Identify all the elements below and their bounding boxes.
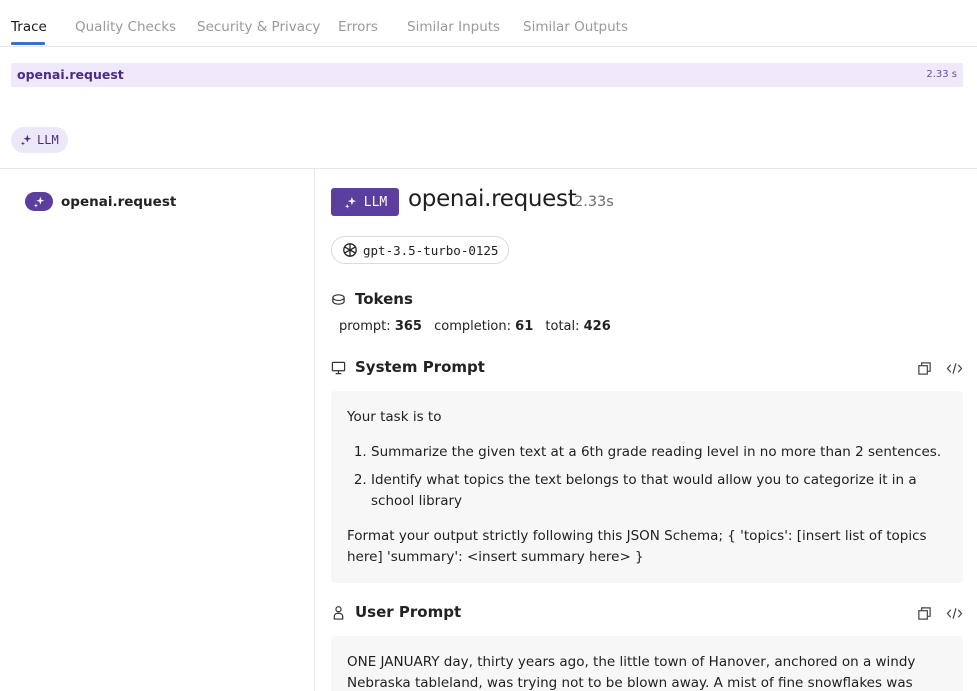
system-prompt-content: Your task is to Summarize the given text… [331, 391, 963, 583]
user-prompt-text: ONE JANUARY day, thirty years ago, the l… [347, 654, 916, 691]
copy-icon[interactable] [915, 604, 933, 622]
user-prompt-actions [915, 604, 963, 622]
system-prompt-heading: System Prompt [355, 358, 485, 376]
total-tokens-value: 426 [583, 319, 611, 334]
completion-tokens-value: 61 [515, 319, 534, 334]
span-title: openai.request [408, 186, 577, 212]
prompt-tokens-value: 365 [394, 319, 422, 334]
prompt-tokens-label: prompt: [339, 319, 391, 334]
tab-trace[interactable]: Trace [11, 19, 47, 35]
code-view-icon[interactable] [945, 359, 963, 377]
tab-bar: Trace Quality Checks Security & Privacy … [0, 0, 977, 47]
span-detail-panel: LLM openai.request 2.33s gpt-3.5-turbo-0… [315, 169, 977, 691]
code-view-icon[interactable] [945, 604, 963, 622]
timeline-span-bar[interactable]: openai.request 2.33 s [11, 63, 963, 87]
timeline-span-name: openai.request [17, 67, 124, 82]
span-tree-item-label: openai.request [61, 193, 177, 210]
llm-filter-chip-label: LLM [37, 133, 59, 147]
system-prompt-list-item: Summarize the given text at a 6th grade … [371, 442, 947, 463]
model-name: gpt-3.5-turbo-0125 [363, 242, 499, 258]
tab-security-privacy[interactable]: Security & Privacy [197, 19, 320, 35]
system-prompt-intro: Your task is to [347, 409, 442, 425]
span-duration: 2.33s [574, 194, 614, 210]
system-prompt-outro: Format your output strictly following th… [347, 528, 927, 565]
system-prompt-list-item: Identify what topics the text belongs to… [371, 470, 947, 512]
llm-sparkle-icon [25, 192, 53, 211]
model-chip: gpt-3.5-turbo-0125 [331, 236, 510, 264]
tab-similar-outputs[interactable]: Similar Outputs [523, 19, 628, 35]
llm-badge-label: LLM [363, 194, 388, 210]
system-prompt-list: Summarize the given text at a 6th grade … [371, 442, 947, 512]
system-prompt-actions [915, 359, 963, 377]
tab-quality-checks[interactable]: Quality Checks [75, 19, 176, 35]
timeline-span-duration: 2.33 s [926, 69, 957, 80]
monitor-icon [331, 361, 346, 374]
tab-errors[interactable]: Errors [338, 19, 378, 35]
tokens-section-header: Tokens [331, 290, 413, 308]
user-prompt-heading: User Prompt [355, 603, 462, 621]
coins-icon [332, 293, 345, 305]
span-tree-item[interactable]: openai.request [25, 192, 176, 211]
llm-filter-chip[interactable]: LLM [11, 127, 68, 153]
span-tree-sidebar: openai.request [0, 169, 315, 691]
copy-icon[interactable] [915, 359, 933, 377]
tokens-heading: Tokens [355, 290, 413, 308]
user-prompt-section-header: User Prompt [331, 603, 461, 621]
active-tab-indicator [11, 42, 45, 45]
user-icon [333, 605, 344, 620]
user-prompt-content: ONE JANUARY day, thirty years ago, the l… [331, 636, 963, 691]
sparkle-icon [344, 196, 356, 209]
sparkle-icon [20, 134, 32, 146]
tab-similar-inputs[interactable]: Similar Inputs [407, 19, 500, 35]
token-counts: prompt: 365 completion: 61 total: 426 [339, 319, 611, 334]
total-tokens-label: total: [545, 319, 580, 334]
llm-badge: LLM [331, 188, 399, 216]
completion-tokens-label: completion: [434, 319, 512, 334]
openai-logo-icon [343, 243, 357, 257]
system-prompt-section-header: System Prompt [331, 358, 485, 376]
